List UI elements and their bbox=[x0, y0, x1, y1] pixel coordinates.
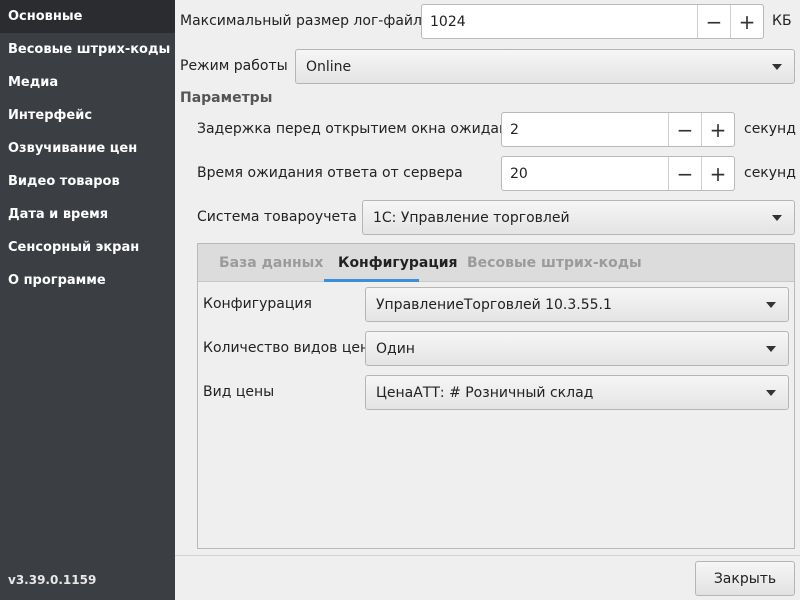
sidebar: Основные Весовые штрих-коды Медиа Интерф… bbox=[0, 0, 175, 600]
price-type-dropdown[interactable]: ЦенаАТТ: # Розничный склад bbox=[365, 375, 789, 410]
wait-delay-input[interactable]: 2 bbox=[502, 113, 668, 146]
chevron-down-icon bbox=[772, 63, 782, 70]
price-type-label: Вид цены bbox=[203, 384, 275, 400]
tab-configuration[interactable]: Конфигурация bbox=[338, 244, 458, 282]
sidebar-item-date-time[interactable]: Дата и время bbox=[0, 198, 175, 231]
server-timeout-stepper: 20 − + bbox=[501, 156, 735, 191]
chevron-down-icon bbox=[766, 345, 776, 352]
log-size-input[interactable]: 1024 bbox=[422, 5, 697, 38]
tab-database[interactable]: База данных bbox=[219, 244, 323, 282]
sidebar-item-about[interactable]: О программе bbox=[0, 264, 175, 297]
params-section-title: Параметры bbox=[180, 90, 273, 106]
price-types-count-dropdown[interactable]: Один bbox=[365, 331, 789, 366]
sidebar-item-product-video[interactable]: Видео товаров bbox=[0, 165, 175, 198]
tab-weight-barcodes[interactable]: Весовые штрих-коды bbox=[467, 244, 642, 282]
configuration-label: Конфигурация bbox=[203, 296, 312, 312]
footer-divider bbox=[175, 555, 800, 556]
chevron-down-icon bbox=[766, 389, 776, 396]
price-types-count-label: Количество видов цен bbox=[203, 340, 370, 356]
mode-dropdown[interactable]: Online bbox=[295, 49, 795, 84]
accounting-system-dropdown[interactable]: 1С: Управление торговлей bbox=[362, 200, 795, 235]
chevron-down-icon bbox=[772, 214, 782, 221]
tab-panel: База данных Конфигурация Весовые штрих-к… bbox=[197, 243, 795, 549]
wait-delay-decrement-button[interactable]: − bbox=[668, 113, 701, 146]
wait-delay-stepper: 2 − + bbox=[501, 112, 735, 147]
configuration-dropdown[interactable]: УправлениеТорговлей 10.3.55.1 bbox=[365, 287, 789, 322]
log-size-increment-button[interactable]: + bbox=[730, 5, 763, 38]
server-timeout-label: Время ожидания ответа от сервера bbox=[197, 165, 463, 181]
wait-delay-label: Задержка перед открытием окна ожидания bbox=[197, 121, 526, 137]
accounting-system-label: Система товароучета bbox=[197, 209, 357, 225]
active-tab-indicator bbox=[324, 279, 419, 282]
mode-value: Online bbox=[306, 58, 352, 75]
server-timeout-decrement-button[interactable]: − bbox=[668, 157, 701, 190]
server-timeout-unit: секунд bbox=[744, 165, 796, 181]
tab-bar: База данных Конфигурация Весовые штрих-к… bbox=[198, 244, 794, 282]
price-types-count-value: Один bbox=[376, 340, 415, 357]
sidebar-item-touchscreen[interactable]: Сенсорный экран bbox=[0, 231, 175, 264]
sidebar-item-media[interactable]: Медиа bbox=[0, 66, 175, 99]
mode-label: Режим работы bbox=[180, 58, 288, 74]
log-size-stepper: 1024 − + bbox=[421, 4, 764, 39]
price-type-value: ЦенаАТТ: # Розничный склад bbox=[376, 384, 594, 401]
server-timeout-increment-button[interactable]: + bbox=[701, 157, 734, 190]
sidebar-item-general[interactable]: Основные bbox=[0, 0, 175, 33]
sidebar-item-price-voice[interactable]: Озвучивание цен bbox=[0, 132, 175, 165]
wait-delay-unit: секунд bbox=[744, 121, 796, 137]
sidebar-item-weight-barcodes[interactable]: Весовые штрих-коды bbox=[0, 33, 175, 66]
version-label: v3.39.0.1159 bbox=[8, 573, 97, 587]
configuration-value: УправлениеТорговлей 10.3.55.1 bbox=[376, 296, 612, 313]
sidebar-item-interface[interactable]: Интерфейс bbox=[0, 99, 175, 132]
main-panel: Максимальный размер лог-файла 1024 − + К… bbox=[175, 0, 800, 600]
log-size-label: Максимальный размер лог-файла bbox=[180, 13, 431, 29]
chevron-down-icon bbox=[766, 301, 776, 308]
accounting-system-value: 1С: Управление торговлей bbox=[373, 209, 570, 226]
log-size-unit: КБ bbox=[772, 13, 792, 29]
wait-delay-increment-button[interactable]: + bbox=[701, 113, 734, 146]
close-button[interactable]: Закрыть bbox=[695, 561, 795, 596]
log-size-decrement-button[interactable]: − bbox=[697, 5, 730, 38]
server-timeout-input[interactable]: 20 bbox=[502, 157, 668, 190]
